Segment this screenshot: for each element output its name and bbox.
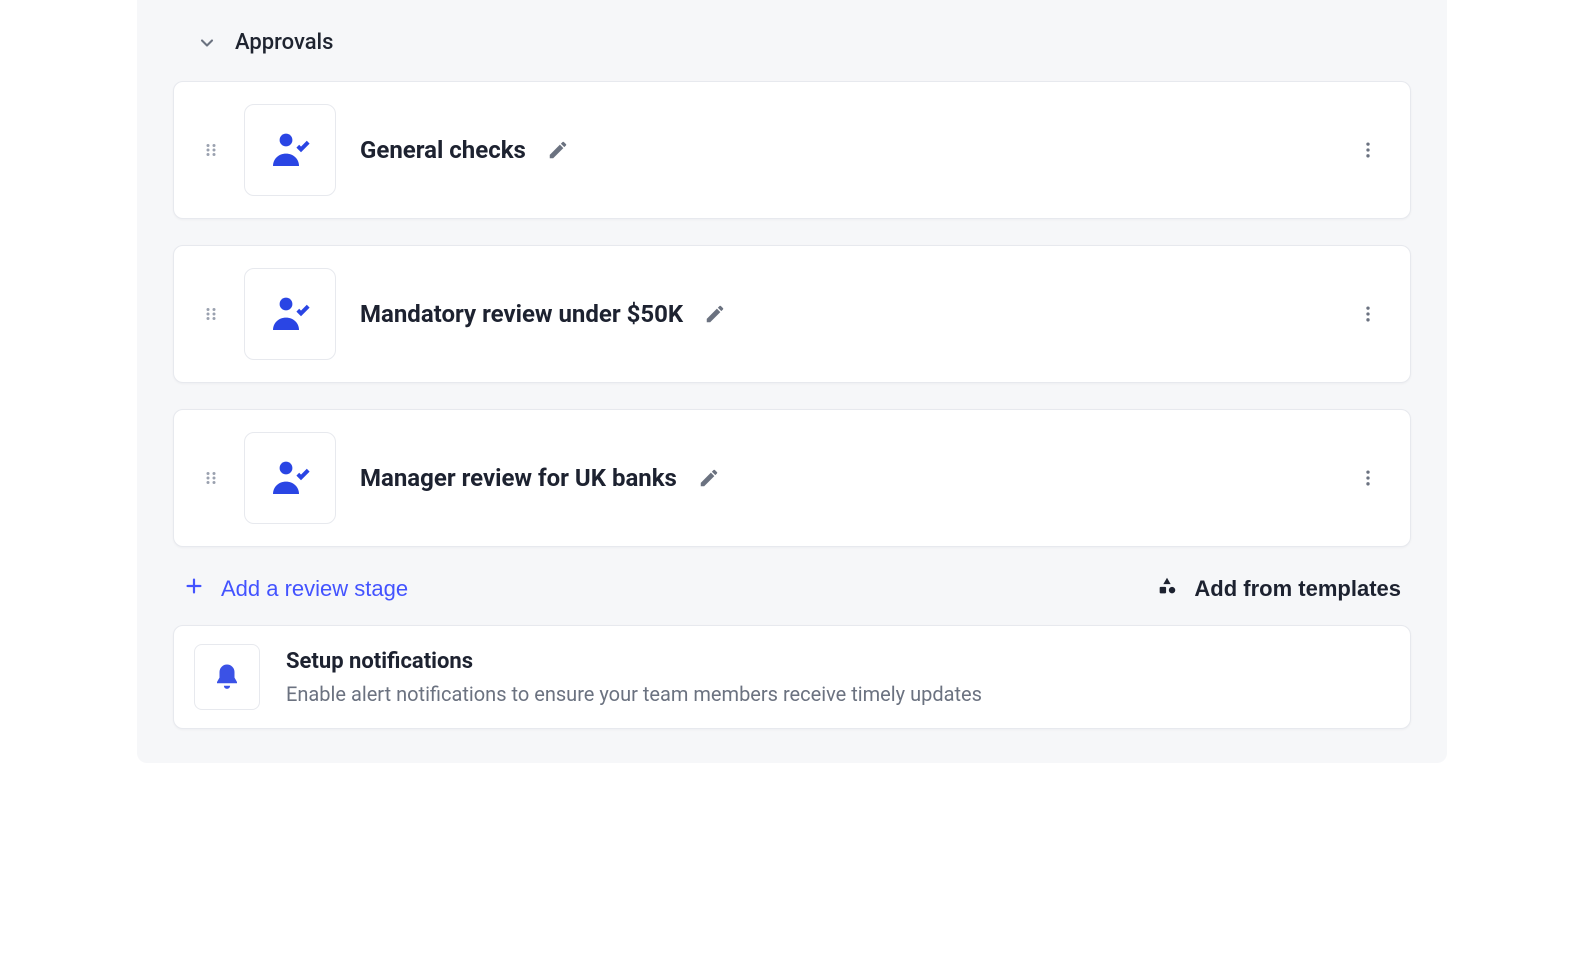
stage-title: Manager review for UK banks bbox=[360, 464, 677, 492]
review-stage-card: General checks bbox=[173, 81, 1411, 219]
section-title: Approvals bbox=[235, 30, 334, 55]
review-stage-card: Manager review for UK banks bbox=[173, 409, 1411, 547]
drag-handle-icon[interactable] bbox=[202, 465, 220, 491]
add-review-stage-label: Add a review stage bbox=[221, 576, 408, 602]
plus-icon bbox=[183, 575, 205, 603]
chevron-down-icon bbox=[197, 33, 217, 53]
bell-icon bbox=[194, 644, 260, 710]
add-review-stage-button[interactable]: Add a review stage bbox=[183, 575, 408, 603]
user-check-icon bbox=[244, 104, 336, 196]
drag-handle-icon[interactable] bbox=[202, 137, 220, 163]
drag-handle-icon[interactable] bbox=[202, 301, 220, 327]
add-from-templates-button[interactable]: Add from templates bbox=[1156, 575, 1401, 603]
edit-icon[interactable] bbox=[544, 136, 572, 164]
notifications-title: Setup notifications bbox=[286, 649, 982, 674]
stage-title: General checks bbox=[360, 136, 526, 164]
notifications-description: Enable alert notifications to ensure you… bbox=[286, 682, 982, 706]
stage-title: Mandatory review under $50K bbox=[360, 300, 683, 328]
user-check-icon bbox=[244, 268, 336, 360]
more-vertical-icon[interactable] bbox=[1354, 300, 1382, 328]
shapes-icon bbox=[1156, 575, 1178, 603]
approvals-panel: Approvals General checks bbox=[137, 0, 1447, 763]
user-check-icon bbox=[244, 432, 336, 524]
more-vertical-icon[interactable] bbox=[1354, 464, 1382, 492]
section-header[interactable]: Approvals bbox=[173, 30, 1411, 55]
edit-icon[interactable] bbox=[695, 464, 723, 492]
review-stage-card: Mandatory review under $50K bbox=[173, 245, 1411, 383]
edit-icon[interactable] bbox=[701, 300, 729, 328]
stage-actions-row: Add a review stage Add from templates bbox=[173, 573, 1411, 625]
notifications-card[interactable]: Setup notifications Enable alert notific… bbox=[173, 625, 1411, 729]
add-from-templates-label: Add from templates bbox=[1194, 576, 1401, 602]
more-vertical-icon[interactable] bbox=[1354, 136, 1382, 164]
